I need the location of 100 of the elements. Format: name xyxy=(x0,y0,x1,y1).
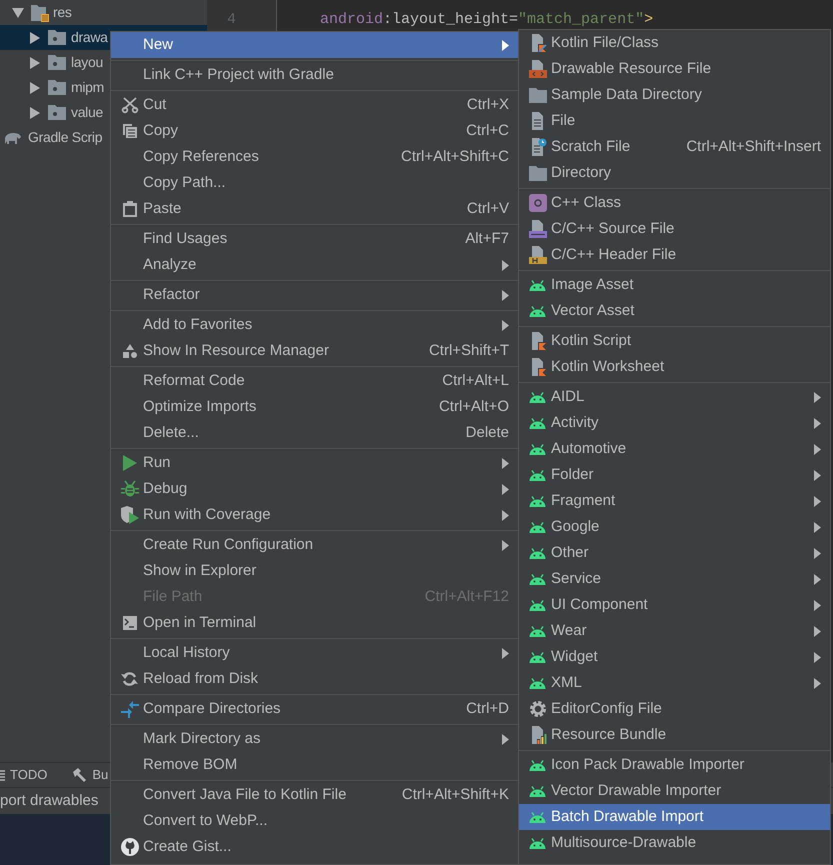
menu-item[interactable]: Activity xyxy=(519,410,830,436)
shield-play-icon xyxy=(120,506,139,524)
menu-item[interactable]: Reformat Code Ctrl+Alt+L xyxy=(111,368,518,394)
code-file-icon xyxy=(528,60,546,78)
menu-item[interactable]: Create Run Configuration xyxy=(111,532,518,558)
copy-icon xyxy=(122,123,138,139)
menu-item[interactable]: Vector Asset xyxy=(519,298,830,324)
menu-item[interactable]: Image Asset xyxy=(519,272,830,298)
menu-item[interactable]: Fragment xyxy=(519,488,830,514)
menu-item[interactable]: Wear xyxy=(519,618,830,644)
menu-item[interactable]: Vector Drawable Importer xyxy=(519,778,830,804)
menu-item[interactable]: AIDL xyxy=(519,384,830,410)
menu-item[interactable]: Convert to WebP... xyxy=(111,808,518,834)
menu-item[interactable]: Folder xyxy=(519,462,830,488)
menu-item[interactable]: Widget xyxy=(519,644,830,670)
menu-item[interactable]: XML xyxy=(519,670,830,696)
menu-item[interactable]: Copy Path... xyxy=(111,170,518,196)
android-icon xyxy=(529,600,546,610)
settings-icon xyxy=(528,700,546,718)
menu-item[interactable]: Service xyxy=(519,566,830,592)
menu-item[interactable]: Sample Data Directory xyxy=(519,82,830,108)
menu-item[interactable]: Optimize Imports Ctrl+Alt+O xyxy=(111,394,518,420)
keyboard-shortcut: Ctrl+Shift+T xyxy=(428,340,509,361)
menu-item[interactable]: Resource Bundle xyxy=(519,722,830,748)
elephant-icon xyxy=(3,130,23,144)
menu-item[interactable]: Find Usages Alt+F7 xyxy=(111,226,518,252)
menu-item[interactable]: Run xyxy=(111,450,518,476)
expand-arrow-icon[interactable] xyxy=(30,82,40,94)
android-icon xyxy=(529,392,546,402)
menu-item[interactable]: Cut Ctrl+X xyxy=(111,92,518,118)
menu-item[interactable]: Show in Explorer xyxy=(111,558,518,584)
menu-item[interactable]: Compare Directories Ctrl+D xyxy=(111,696,518,722)
menu-item[interactable]: Local History xyxy=(111,640,518,666)
shapes-icon xyxy=(122,344,138,358)
menu-item[interactable]: Multisource-Drawable xyxy=(519,830,830,856)
menu-item[interactable]: Scratch File Ctrl+Alt+Shift+Insert xyxy=(519,134,830,160)
tool-window-tab[interactable]: Bu xyxy=(71,765,108,785)
menu-item[interactable]: Drawable Resource File xyxy=(519,56,830,82)
menu-item[interactable]: Add to Favorites xyxy=(111,312,518,338)
menu-item[interactable]: Analyze xyxy=(111,252,518,278)
keyboard-shortcut: Ctrl+Alt+Shift+K xyxy=(402,784,509,805)
menu-item[interactable]: Open in Terminal xyxy=(111,610,518,636)
menu-item[interactable]: Link C++ Project with Gradle xyxy=(111,62,518,88)
submenu-arrow-icon xyxy=(814,444,821,454)
menu-item[interactable]: Copy Ctrl+C xyxy=(111,118,518,144)
menu-item[interactable]: UI Component xyxy=(519,592,830,618)
expand-arrow-icon[interactable] xyxy=(30,106,40,118)
android-icon xyxy=(529,444,546,454)
menu-item[interactable]: Directory xyxy=(519,160,830,186)
menu-item[interactable]: Kotlin File/Class xyxy=(519,30,830,56)
menu-item[interactable]: Delete... Delete xyxy=(111,420,518,446)
menu-item[interactable]: Copy References Ctrl+Alt+Shift+C xyxy=(111,144,518,170)
menu-item[interactable]: File xyxy=(519,108,830,134)
folder-icon xyxy=(48,55,66,70)
menu-item[interactable]: Remove BOM xyxy=(111,752,518,778)
submenu-arrow-icon xyxy=(502,734,509,744)
android-icon xyxy=(529,678,546,688)
android-icon xyxy=(529,470,546,480)
menu-item[interactable]: C++ Class xyxy=(519,190,830,216)
keyboard-shortcut: Ctrl+X xyxy=(466,94,509,115)
menu-item[interactable]: Other xyxy=(519,540,830,566)
android-icon xyxy=(529,838,546,848)
menu-item[interactable]: Reload from Disk xyxy=(111,666,518,692)
submenu-arrow-icon xyxy=(814,574,821,584)
menu-item[interactable]: Run with Coverage xyxy=(111,502,518,528)
menu-item[interactable]: Debug xyxy=(111,476,518,502)
menu-item[interactable]: Automotive xyxy=(519,436,830,462)
menu-item[interactable]: Kotlin Script xyxy=(519,328,830,354)
submenu-arrow-icon xyxy=(814,548,821,558)
tool-window-tab[interactable]: TODO xyxy=(0,765,48,785)
menu-item[interactable]: Icon Pack Drawable Importer xyxy=(519,752,830,778)
bug-icon xyxy=(120,480,138,498)
menu-item[interactable]: Refactor xyxy=(111,282,518,308)
tree-item[interactable]: res xyxy=(0,0,207,25)
menu-item[interactable]: Google xyxy=(519,514,830,540)
keyboard-shortcut: Ctrl+V xyxy=(466,198,509,219)
expand-arrow-icon[interactable] xyxy=(30,56,40,68)
submenu-arrow-icon xyxy=(502,510,509,520)
menu-item[interactable]: C/C++ Source File xyxy=(519,216,830,242)
menu-item[interactable]: Mark Directory as xyxy=(111,726,518,752)
menu-item[interactable]: Convert Java File to Kotlin File Ctrl+Alt+Shift+K xyxy=(111,782,518,808)
menu-item[interactable]: C/C++ Header File xyxy=(519,242,830,268)
expand-arrow-icon[interactable] xyxy=(30,32,40,44)
folder-icon xyxy=(528,166,546,180)
collapse-arrow-icon[interactable] xyxy=(12,8,24,18)
folder-icon xyxy=(48,105,66,120)
menu-item[interactable]: Show In Resource Manager Ctrl+Shift+T xyxy=(111,338,518,364)
menu-item[interactable]: Kotlin Worksheet xyxy=(519,354,830,380)
menu-item[interactable]: Paste Ctrl+V xyxy=(111,196,518,222)
submenu-arrow-icon xyxy=(502,648,509,658)
submenu-arrow-icon xyxy=(814,418,821,428)
menu-item[interactable]: New xyxy=(111,32,518,58)
keyboard-shortcut: Ctrl+C xyxy=(466,120,509,141)
folder-icon xyxy=(30,2,50,22)
submenu-arrow-icon xyxy=(502,290,509,300)
menu-item[interactable]: Create Gist... xyxy=(111,834,518,860)
menu-item[interactable]: EditorConfig File xyxy=(519,696,830,722)
menu-item[interactable]: Batch Drawable Import xyxy=(519,804,830,830)
submenu-arrow-icon xyxy=(814,600,821,610)
clipboard-icon xyxy=(122,201,136,217)
